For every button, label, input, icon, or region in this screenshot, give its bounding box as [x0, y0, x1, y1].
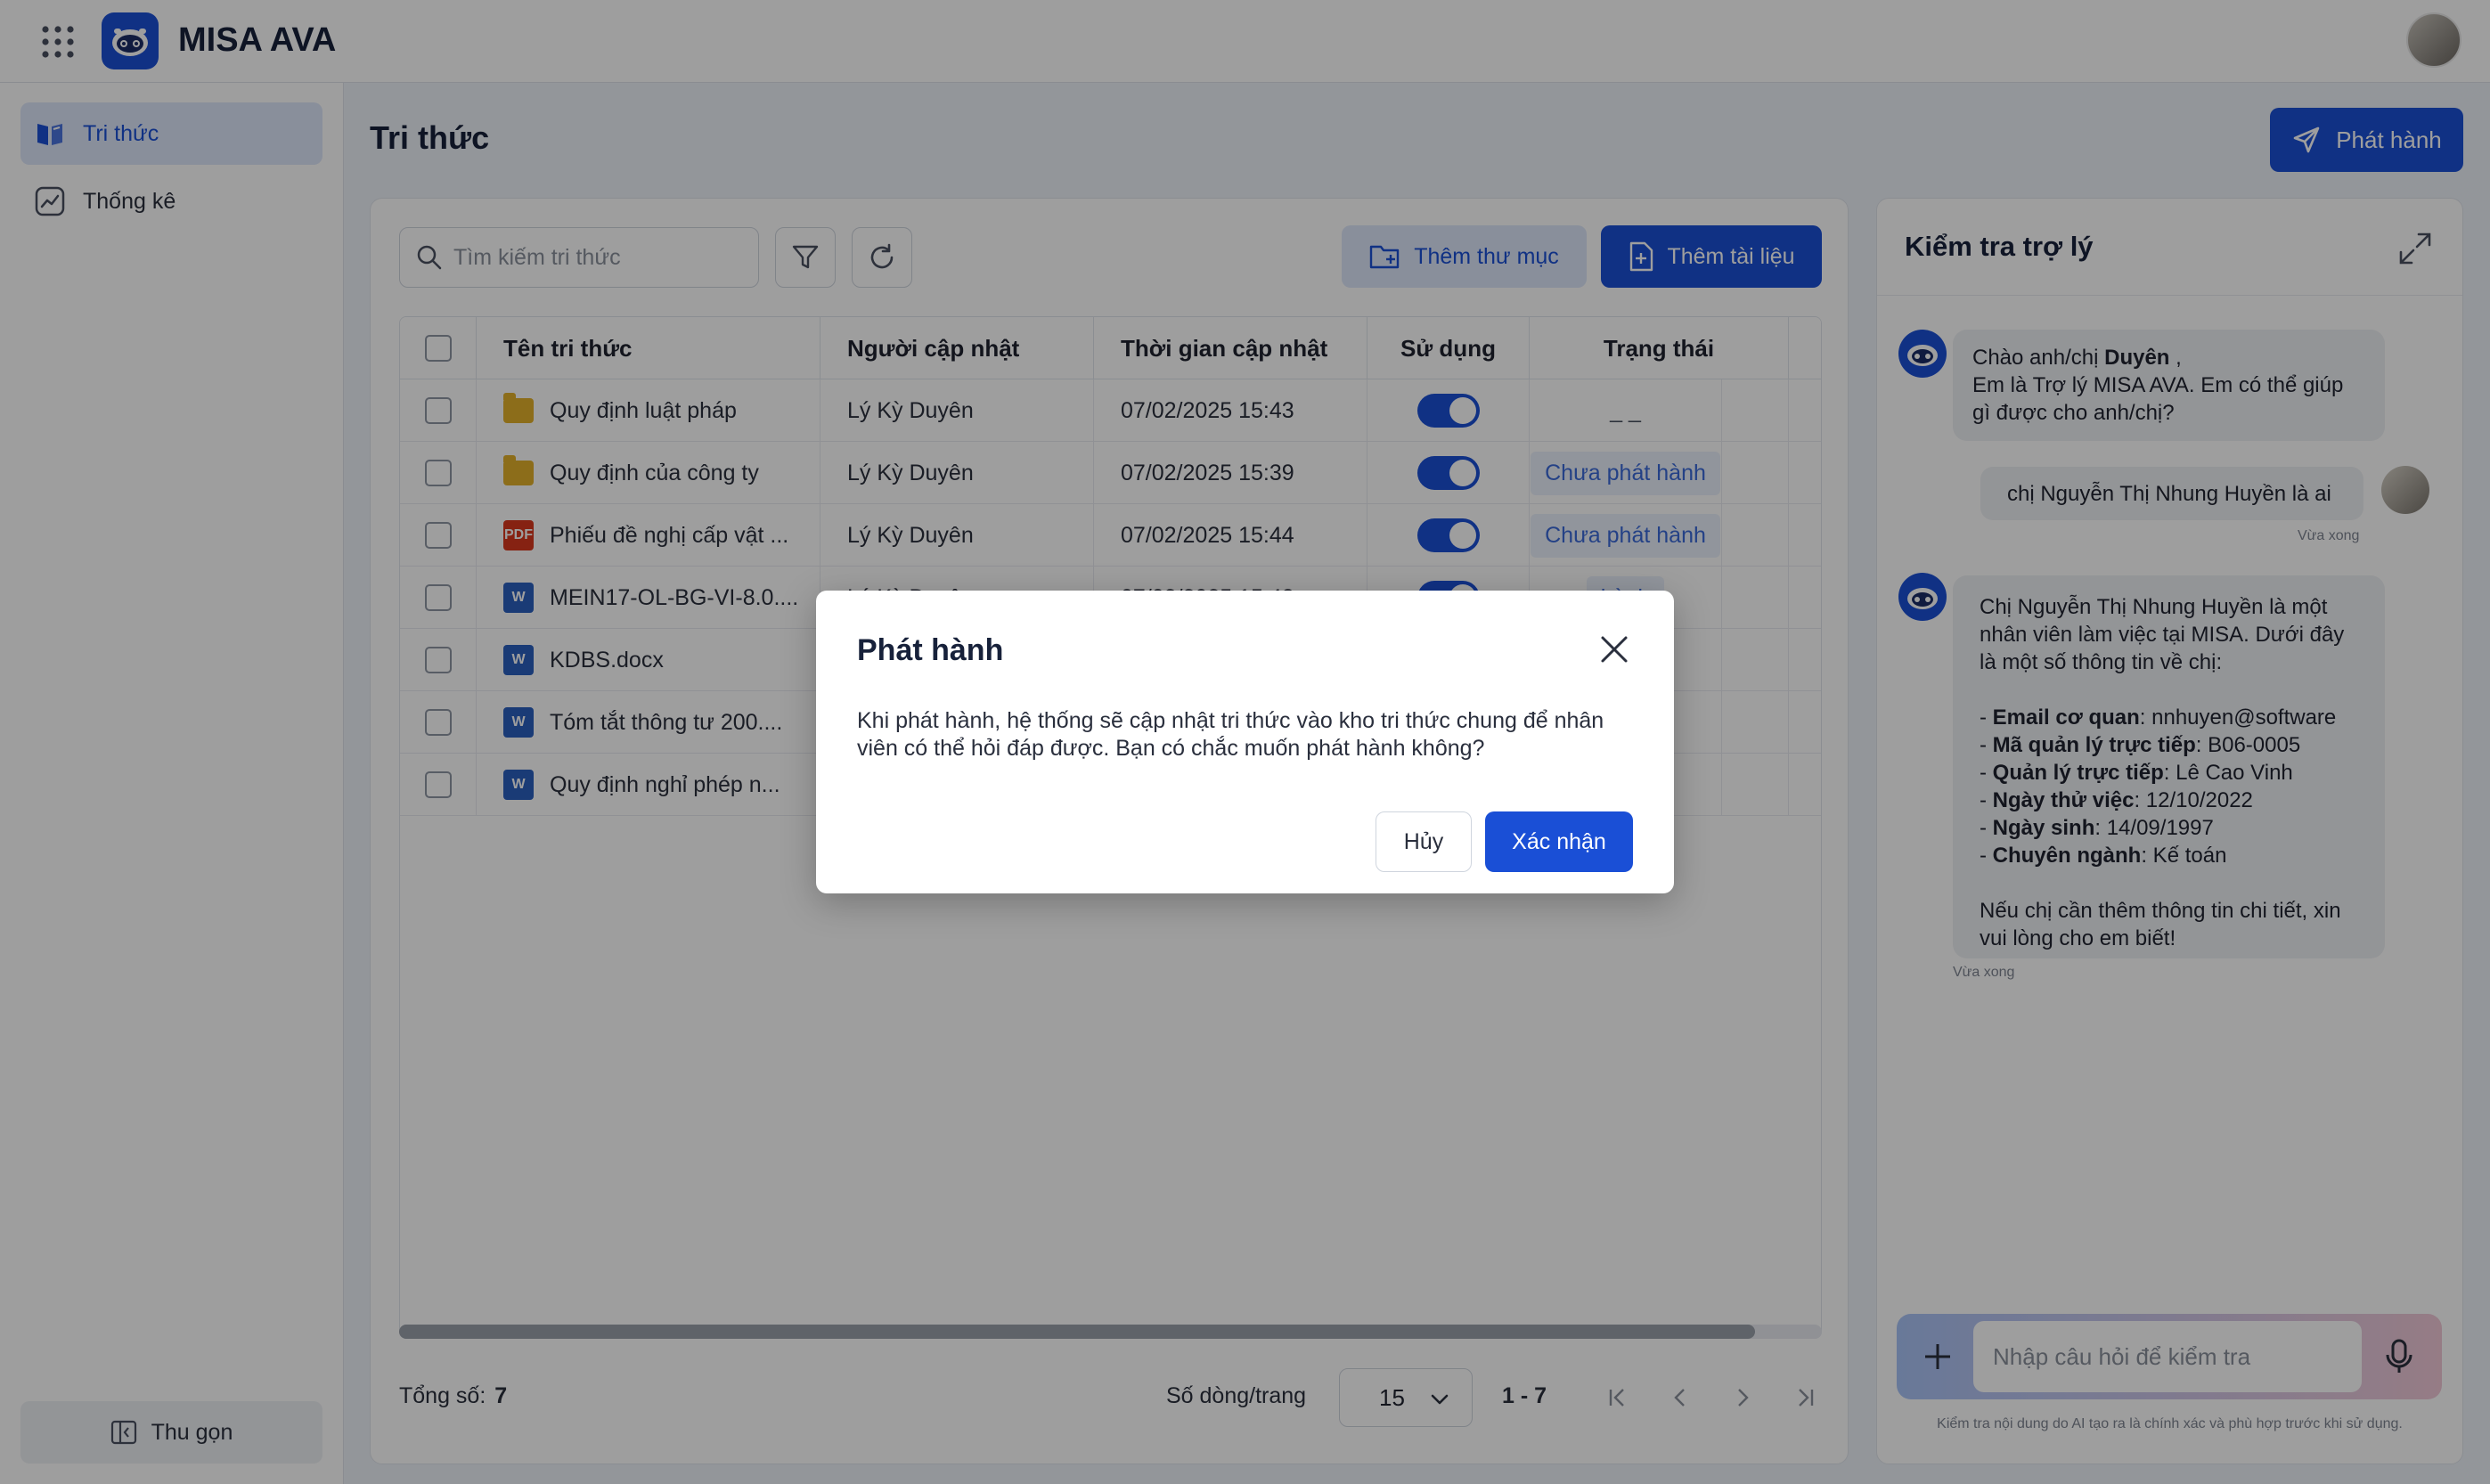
dialog-title: Phát hành [857, 633, 1004, 667]
publish-confirm-dialog: Phát hành Khi phát hành, hệ thống sẽ cập… [816, 591, 1674, 893]
confirm-button[interactable]: Xác nhận [1485, 811, 1633, 872]
cancel-button[interactable]: Hủy [1376, 811, 1472, 872]
close-icon[interactable] [1596, 632, 1632, 667]
dialog-message: Khi phát hành, hệ thống sẽ cập nhật tri … [857, 708, 1604, 761]
